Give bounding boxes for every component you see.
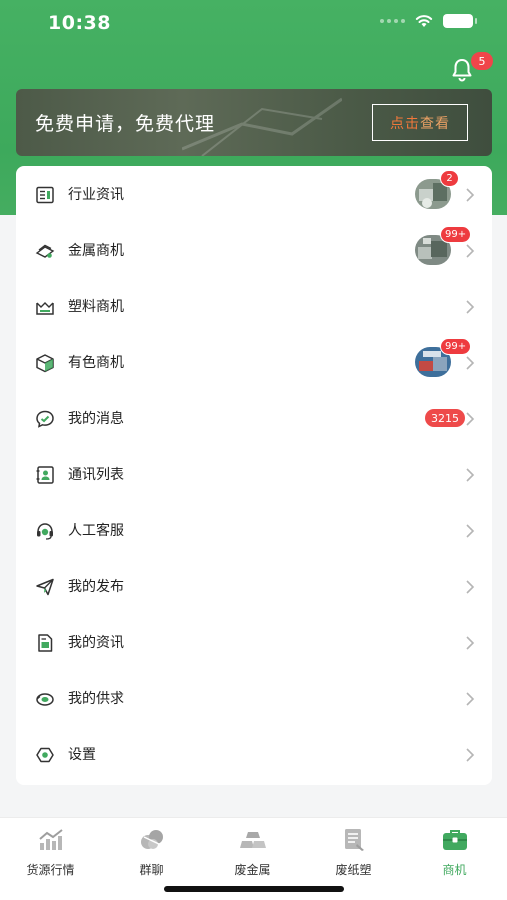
status-time: 10:38 bbox=[48, 12, 111, 34]
menu-item-my-news[interactable]: 我的资讯 bbox=[16, 614, 492, 670]
contacts-icon bbox=[36, 466, 54, 484]
menu-item-settings[interactable]: 设置 bbox=[16, 726, 492, 782]
briefcase-icon bbox=[443, 830, 467, 850]
tab-label: 废纸塑 bbox=[335, 863, 372, 877]
menu-item-label: 我的发布 bbox=[68, 579, 124, 595]
document-icon bbox=[38, 634, 53, 652]
chevron-right-icon bbox=[466, 188, 475, 202]
tab-label: 废金属 bbox=[234, 863, 271, 877]
tab-label: 货源行情 bbox=[26, 863, 75, 877]
chevron-right-icon bbox=[466, 748, 475, 762]
paper-icon bbox=[345, 829, 364, 851]
home-indicator[interactable] bbox=[164, 886, 344, 892]
menu-item-label: 通讯列表 bbox=[68, 467, 124, 483]
menu-card: 行业资讯 2 金属商机 99+ 塑料商机 有色商机 99+ 我的消息 3215 … bbox=[16, 166, 492, 785]
chevron-right-icon bbox=[466, 356, 475, 370]
metal-icon bbox=[35, 244, 55, 258]
settings-icon bbox=[36, 747, 54, 763]
tab-business-opportunities[interactable]: 商机 bbox=[404, 828, 505, 877]
menu-item-label: 设置 bbox=[68, 747, 96, 763]
unread-badge: 99+ bbox=[440, 226, 472, 243]
tab-group-chat[interactable]: 群聊 bbox=[101, 828, 202, 877]
chevron-right-icon bbox=[466, 636, 475, 650]
promo-banner[interactable]: 免费申请，免费代理 点击 查看 bbox=[16, 89, 492, 156]
view-details-part1: 点击 bbox=[390, 115, 420, 132]
wifi-icon bbox=[415, 15, 433, 27]
cellular-signal-icon bbox=[380, 19, 405, 23]
chevron-right-icon bbox=[466, 524, 475, 538]
chevron-right-icon bbox=[466, 580, 475, 594]
menu-item-my-supply-demand[interactable]: 我的供求 bbox=[16, 670, 492, 726]
menu-item-label: 金属商机 bbox=[68, 243, 124, 259]
supply-icon bbox=[36, 693, 54, 706]
menu-item-metal-opportunities[interactable]: 金属商机 99+ bbox=[16, 222, 492, 278]
message-icon bbox=[36, 410, 54, 428]
plastic-icon bbox=[36, 302, 54, 315]
menu-item-industry-news[interactable]: 行业资讯 2 bbox=[16, 166, 492, 222]
menu-item-label: 人工客服 bbox=[68, 523, 124, 539]
menu-item-my-messages[interactable]: 我的消息 3215 bbox=[16, 390, 492, 446]
unread-badge: 2 bbox=[440, 170, 459, 187]
menu-item-label: 我的资讯 bbox=[68, 635, 124, 651]
menu-item-my-posts[interactable]: 我的发布 bbox=[16, 558, 492, 614]
chevron-right-icon bbox=[466, 692, 475, 706]
notification-badge: 5 bbox=[471, 52, 493, 70]
headset-icon bbox=[37, 523, 53, 540]
view-details-part2: 查看 bbox=[420, 115, 450, 132]
status-bar: 10:38 bbox=[0, 0, 507, 48]
metal-bars-icon bbox=[240, 832, 266, 848]
menu-item-label: 行业资讯 bbox=[68, 187, 124, 203]
status-indicators bbox=[380, 14, 477, 28]
tab-market-prices[interactable]: 货源行情 bbox=[0, 828, 101, 877]
menu-item-nonferrous-opportunities[interactable]: 有色商机 99+ bbox=[16, 334, 492, 390]
chevron-right-icon bbox=[466, 244, 475, 258]
chevron-right-icon bbox=[466, 300, 475, 314]
banner-text: 免费申请，免费代理 bbox=[35, 113, 216, 135]
menu-item-label: 我的供求 bbox=[68, 691, 124, 707]
chevron-right-icon bbox=[466, 468, 475, 482]
tab-label: 商机 bbox=[442, 863, 467, 877]
send-icon bbox=[36, 578, 54, 596]
menu-item-label: 塑料商机 bbox=[68, 299, 124, 315]
unread-badge: 99+ bbox=[440, 338, 472, 355]
tab-scrap-paper-plastic[interactable]: 废纸塑 bbox=[303, 828, 404, 877]
menu-item-label: 有色商机 bbox=[68, 355, 124, 371]
menu-item-customer-service[interactable]: 人工客服 bbox=[16, 502, 492, 558]
box-icon bbox=[36, 354, 54, 373]
tab-scrap-metal[interactable]: 废金属 bbox=[202, 828, 303, 877]
menu-item-contacts[interactable]: 通讯列表 bbox=[16, 446, 492, 502]
chart-icon bbox=[39, 829, 63, 850]
news-icon bbox=[36, 186, 54, 204]
menu-item-label: 我的消息 bbox=[68, 411, 124, 427]
message-count-badge: 3215 bbox=[425, 409, 465, 427]
group-chat-icon bbox=[141, 830, 163, 849]
battery-icon bbox=[443, 14, 477, 28]
view-details-button[interactable]: 点击 查看 bbox=[372, 104, 468, 141]
menu-item-plastic-opportunities[interactable]: 塑料商机 bbox=[16, 278, 492, 334]
tab-label: 群聊 bbox=[139, 863, 164, 877]
chevron-right-icon bbox=[466, 412, 475, 426]
